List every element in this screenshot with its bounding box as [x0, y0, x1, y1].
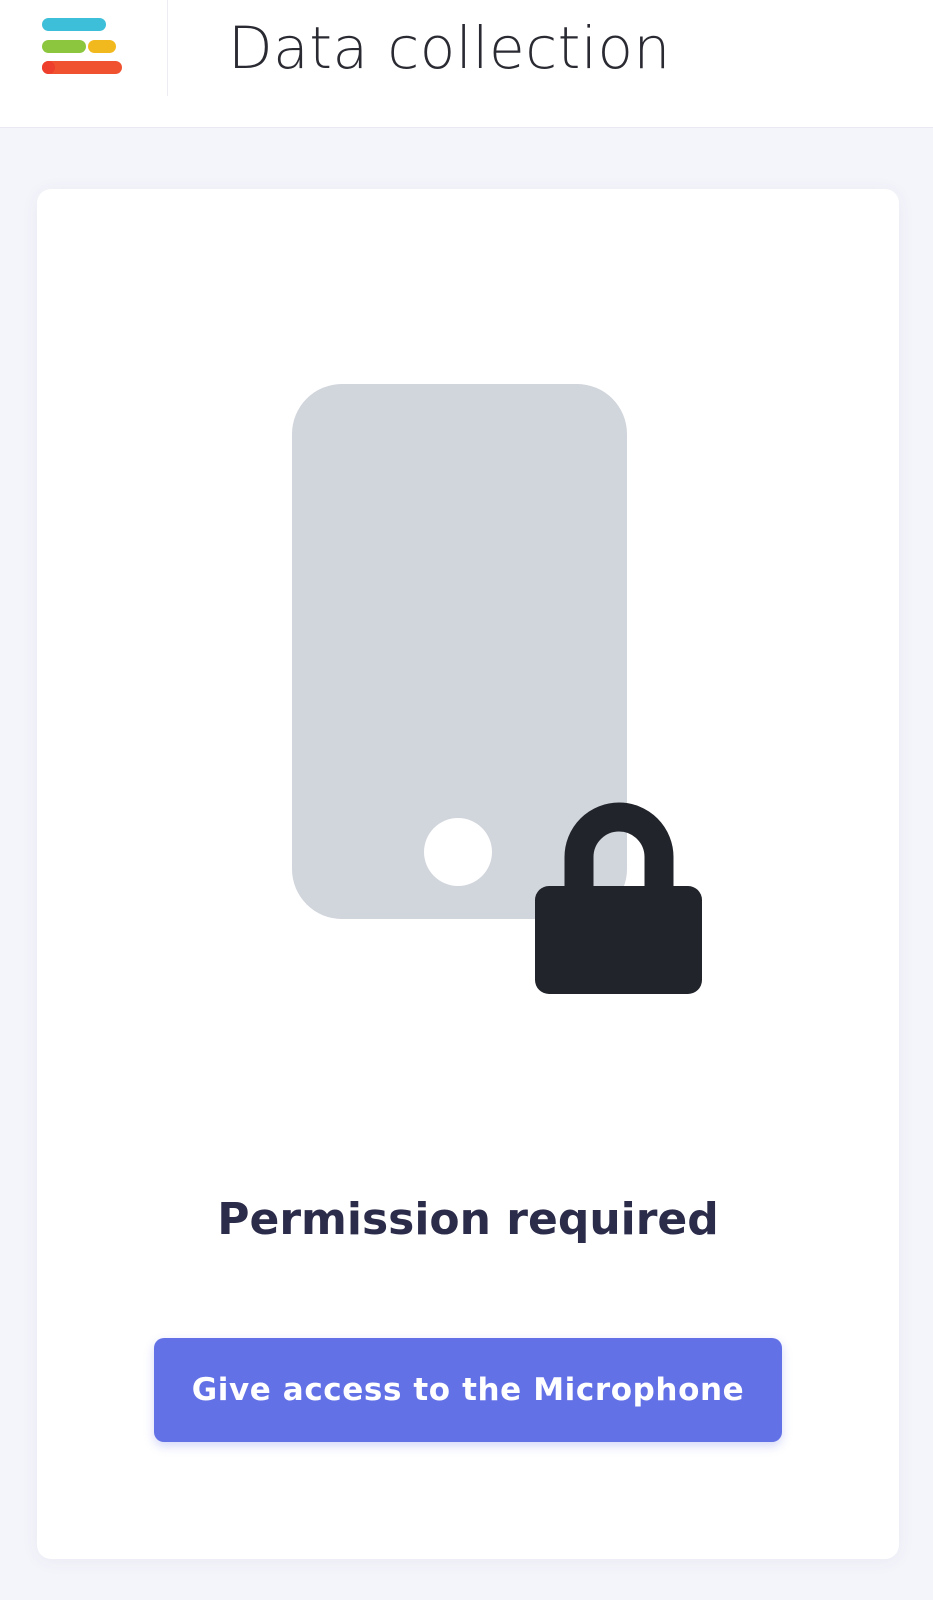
phone-home-button-shape [424, 818, 492, 886]
locked-phone-illustration [37, 189, 899, 1239]
app-header: Data collection [0, 0, 933, 128]
app-screen: Data collection Permission required Give… [0, 0, 933, 1600]
header-divider [167, 0, 168, 96]
permission-card: Permission required Give access to the M… [37, 189, 899, 1559]
lock-body-shape [535, 886, 702, 994]
permission-title: Permission required [217, 1194, 719, 1245]
hamburger-menu-icon [42, 18, 122, 74]
menu-button[interactable] [30, 8, 140, 88]
page-title: Data collection [228, 14, 671, 82]
locked-phone-icon [292, 384, 702, 994]
give-microphone-access-button[interactable]: Give access to the Microphone [154, 1338, 782, 1442]
